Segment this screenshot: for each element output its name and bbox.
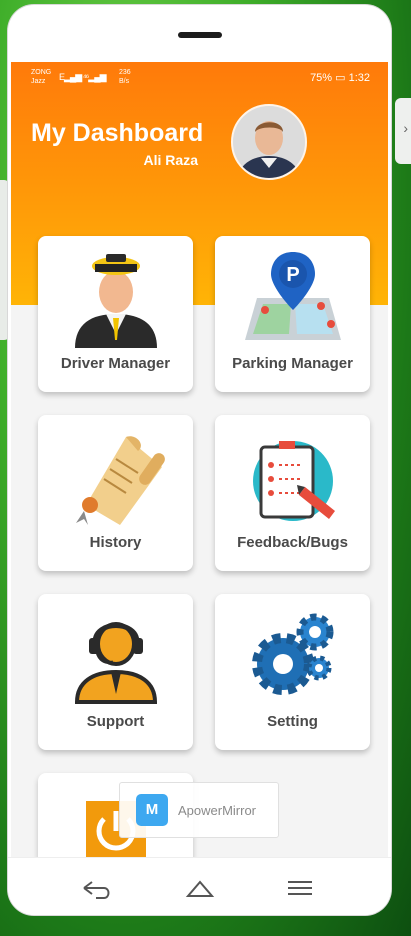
card-label: Setting xyxy=(267,713,318,730)
side-expand-tab[interactable]: › xyxy=(395,98,411,164)
headset-support-icon xyxy=(74,622,158,704)
watermark-text: ApowerMirror xyxy=(178,802,257,818)
app-screen: ZONG Jazz E▂▄▆ ⁴⁶▂▄▆ 236 B/s 75% ▭ 1:32 … xyxy=(11,62,388,862)
user-name: Ali Raza xyxy=(143,152,198,168)
card-label: Parking Manager xyxy=(232,355,353,372)
system-nav-bar xyxy=(8,857,391,915)
card-label: History xyxy=(89,534,142,551)
apowermirror-logo-icon: M xyxy=(136,794,168,826)
apowermirror-watermark: M ApowerMirror xyxy=(119,782,279,838)
home-icon xyxy=(185,880,215,897)
page-title: My Dashboard xyxy=(31,119,204,147)
card-label: Driver Manager xyxy=(60,355,171,372)
setting-card[interactable]: Setting xyxy=(215,594,370,750)
menu-button[interactable] xyxy=(282,874,318,902)
battery-time: 75% ▭ 1:32 xyxy=(310,72,370,84)
status-bar: ZONG Jazz E▂▄▆ ⁴⁶▂▄▆ 236 B/s 75% ▭ 1:32 xyxy=(11,62,388,90)
history-card[interactable]: History xyxy=(38,415,193,571)
person-photo-icon xyxy=(233,106,305,178)
clipboard-icon xyxy=(253,441,335,521)
carrier-label: ZONG Jazz xyxy=(31,69,52,85)
phone-frame: ZONG Jazz E▂▄▆ ⁴⁶▂▄▆ 236 B/s 75% ▭ 1:32 … xyxy=(8,5,391,915)
parking-manager-card[interactable]: P Parking Manager xyxy=(215,236,370,392)
menu-icon xyxy=(288,881,312,895)
svg-text:P: P xyxy=(286,264,299,286)
chevron-right-icon: › xyxy=(403,120,408,136)
phone-speaker xyxy=(178,32,222,38)
network-speed: 236 B/s xyxy=(119,69,131,85)
avatar[interactable] xyxy=(231,104,307,180)
parking-map-icon: P xyxy=(245,252,341,340)
card-label: Feedback/Bugs xyxy=(237,534,348,551)
support-card[interactable]: Support xyxy=(38,594,193,750)
back-button[interactable] xyxy=(78,874,114,902)
feedback-bugs-card[interactable]: Feedback/Bugs xyxy=(215,415,370,571)
scroll-icon xyxy=(76,436,165,525)
home-button[interactable] xyxy=(182,874,218,902)
driver-icon xyxy=(75,254,157,348)
signal-icon: E▂▄▆ ⁴⁶▂▄▆ xyxy=(59,72,107,82)
back-arrow-icon xyxy=(83,881,110,899)
driver-manager-card[interactable]: Driver Manager xyxy=(38,236,193,392)
gears-icon xyxy=(252,613,334,695)
card-label: Support xyxy=(86,713,145,730)
